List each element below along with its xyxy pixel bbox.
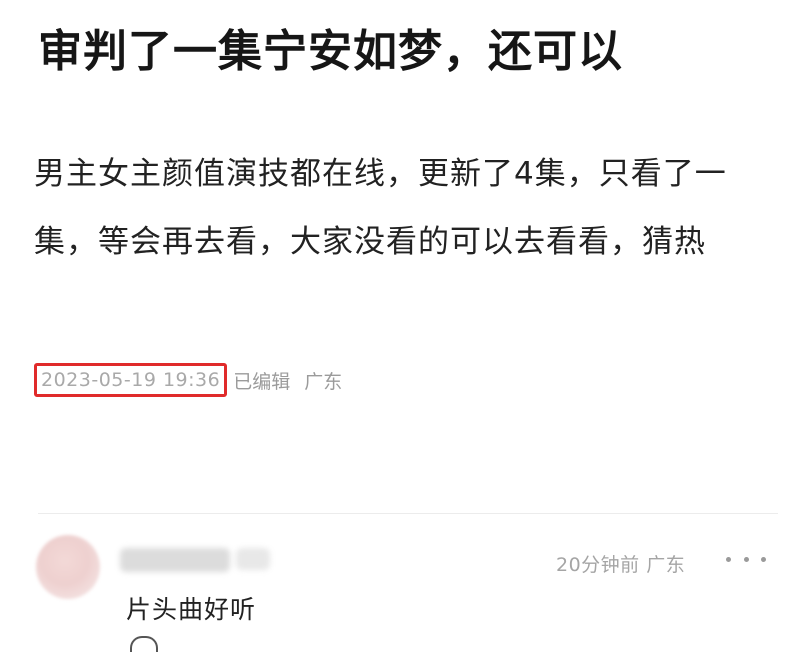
dot <box>726 556 731 562</box>
post-location: 广东 <box>304 370 343 393</box>
comment-text: 片头曲好听 <box>126 595 257 624</box>
edited-label: 已编辑 <box>233 370 291 393</box>
dot <box>743 556 749 562</box>
blurred-username[interactable] <box>120 548 230 572</box>
divider <box>38 513 778 514</box>
post-title: 审判了一集宁安如梦，还可以 <box>38 26 623 77</box>
reply-icon[interactable] <box>130 636 158 652</box>
post-timestamp: 2023-05-19 19:36 <box>34 363 228 397</box>
comment-time-location: 20分钟前 广东 <box>556 554 686 576</box>
dot <box>761 556 766 562</box>
blurred-user-tag <box>236 548 270 570</box>
post-body: 男主女主颜值演技都在线，更新了4集，只看了一集，等会再去看，大家没看的可以去看看… <box>34 156 727 260</box>
more-dots-icon[interactable] <box>726 546 766 572</box>
avatar[interactable] <box>36 535 100 599</box>
post-meta: 2023-05-19 19:36 已编辑 广东 <box>34 362 342 398</box>
